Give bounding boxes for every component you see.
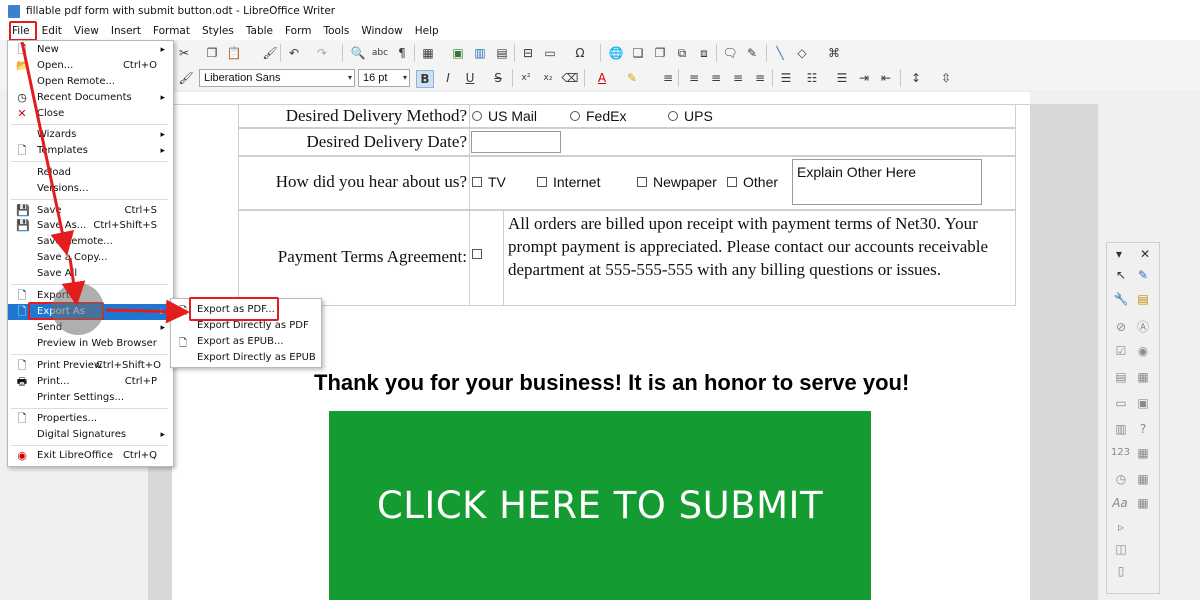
arrow-to-export-pdf bbox=[105, 299, 190, 324]
annotation-arrows bbox=[20, 41, 190, 324]
arrow-file-to-export bbox=[20, 41, 75, 256]
arrow-to-export-as bbox=[61, 257, 86, 306]
